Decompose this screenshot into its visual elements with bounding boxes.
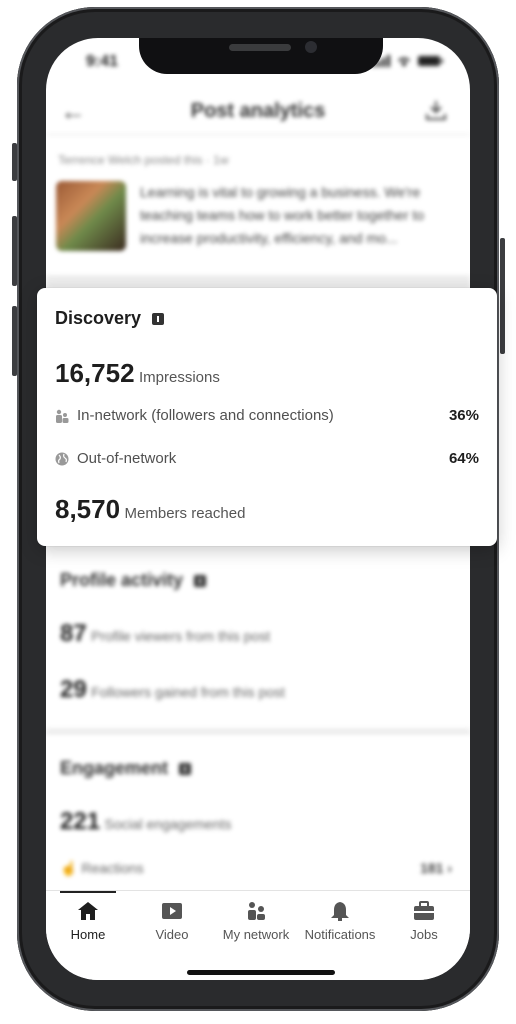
bottom-nav: Home Video My network Notifications Jobs — [46, 890, 470, 980]
status-icons — [372, 55, 444, 67]
social-engagements-row: 221 Social engagements — [60, 808, 231, 836]
profile-viewers-label: Profile viewers from this post — [91, 628, 271, 644]
in-network-label: In-network (followers and connections) — [77, 407, 334, 424]
post-text: Learning is vital to growing a business.… — [140, 184, 425, 246]
members-reached-row: 8,570 Members reached — [55, 494, 245, 525]
volume-up-button — [12, 216, 17, 286]
out-network-value: 64% — [448, 450, 479, 467]
reactions-label: Reactions — [81, 860, 144, 876]
social-engagements-label: Social engagements — [104, 816, 232, 832]
home-icon — [78, 902, 98, 920]
speaker — [229, 44, 291, 51]
profile-activity-title-text: Profile activity — [60, 570, 184, 590]
page-title: Post analytics — [190, 100, 326, 122]
network-icon — [248, 902, 265, 920]
globe-icon — [55, 452, 69, 466]
nav-my-network-label: My network — [222, 927, 290, 942]
reactions-value: 181 — [420, 860, 444, 876]
profile-activity-title: Profile activity — [60, 570, 207, 591]
engagement-title: Engagement — [60, 758, 192, 779]
followers-gained-row: 29 Followers gained from this post — [60, 676, 285, 704]
people-icon — [56, 409, 69, 424]
info-icon[interactable] — [152, 313, 165, 326]
members-reached-value: 8,570 — [55, 494, 121, 524]
video-icon — [162, 903, 182, 919]
nav-video-label: Video — [155, 927, 189, 942]
in-network-value: 36% — [448, 407, 479, 424]
post-thumbnail — [56, 181, 126, 251]
notch — [139, 38, 383, 74]
home-indicator[interactable] — [187, 970, 335, 975]
post-preview[interactable]: Terrence Welch posted this · 1w Learning… — [46, 135, 470, 275]
discovery-card: Discovery 16,752 Impressions In-network … — [37, 288, 497, 546]
bell-icon — [331, 902, 349, 921]
battery-icon — [418, 56, 443, 66]
nav-notifications-label: Notifications — [304, 927, 376, 942]
members-reached-label: Members reached — [124, 505, 246, 522]
reactions-icon: ☝ — [60, 860, 78, 876]
out-network-label: Out-of-network — [77, 450, 177, 467]
impressions-value: 16,752 — [55, 358, 135, 388]
out-network-row: Out-of-network — [55, 450, 176, 467]
profile-viewers-value: 87 — [60, 620, 87, 647]
impressions-row: 16,752 Impressions — [55, 358, 220, 389]
header: ← Post analytics — [46, 90, 470, 135]
social-engagements-value: 221 — [60, 808, 101, 835]
discovery-title-text: Discovery — [55, 308, 142, 328]
nav-jobs-label: Jobs — [410, 927, 438, 942]
power-button — [500, 238, 505, 354]
profile-activity-section: Profile activity 87 Profile viewers from… — [46, 550, 470, 725]
post-meta: Terrence Welch posted this · 1w — [58, 153, 229, 167]
volume-down-button — [12, 306, 17, 376]
nav-active-indicator — [60, 891, 116, 893]
chevron-right-icon: › — [447, 860, 452, 876]
info-icon[interactable] — [179, 763, 192, 776]
download-icon[interactable] — [424, 98, 448, 122]
mute-switch — [12, 143, 17, 181]
section-divider — [46, 275, 470, 289]
followers-gained-label: Followers gained from this post — [91, 684, 285, 700]
wifi-icon — [398, 57, 410, 67]
impressions-label: Impressions — [138, 369, 220, 386]
camera — [305, 41, 317, 53]
reactions-row[interactable]: ☝ Reactions — [60, 860, 144, 877]
info-icon[interactable] — [194, 575, 207, 588]
status-time: 9:41 — [86, 53, 119, 70]
briefcase-icon — [414, 901, 434, 920]
nav-home-label: Home — [70, 927, 106, 942]
engagement-section: Engagement 221 Social engagements ☝ Reac… — [46, 736, 470, 890]
section-divider — [46, 728, 470, 736]
profile-viewers-row: 87 Profile viewers from this post — [60, 620, 270, 648]
reactions-count[interactable]: 181 › — [420, 860, 452, 876]
in-network-row: In-network (followers and connections) — [55, 407, 334, 424]
discovery-title: Discovery — [55, 308, 165, 329]
followers-gained-value: 29 — [60, 676, 87, 703]
engagement-title-text: Engagement — [60, 758, 169, 778]
